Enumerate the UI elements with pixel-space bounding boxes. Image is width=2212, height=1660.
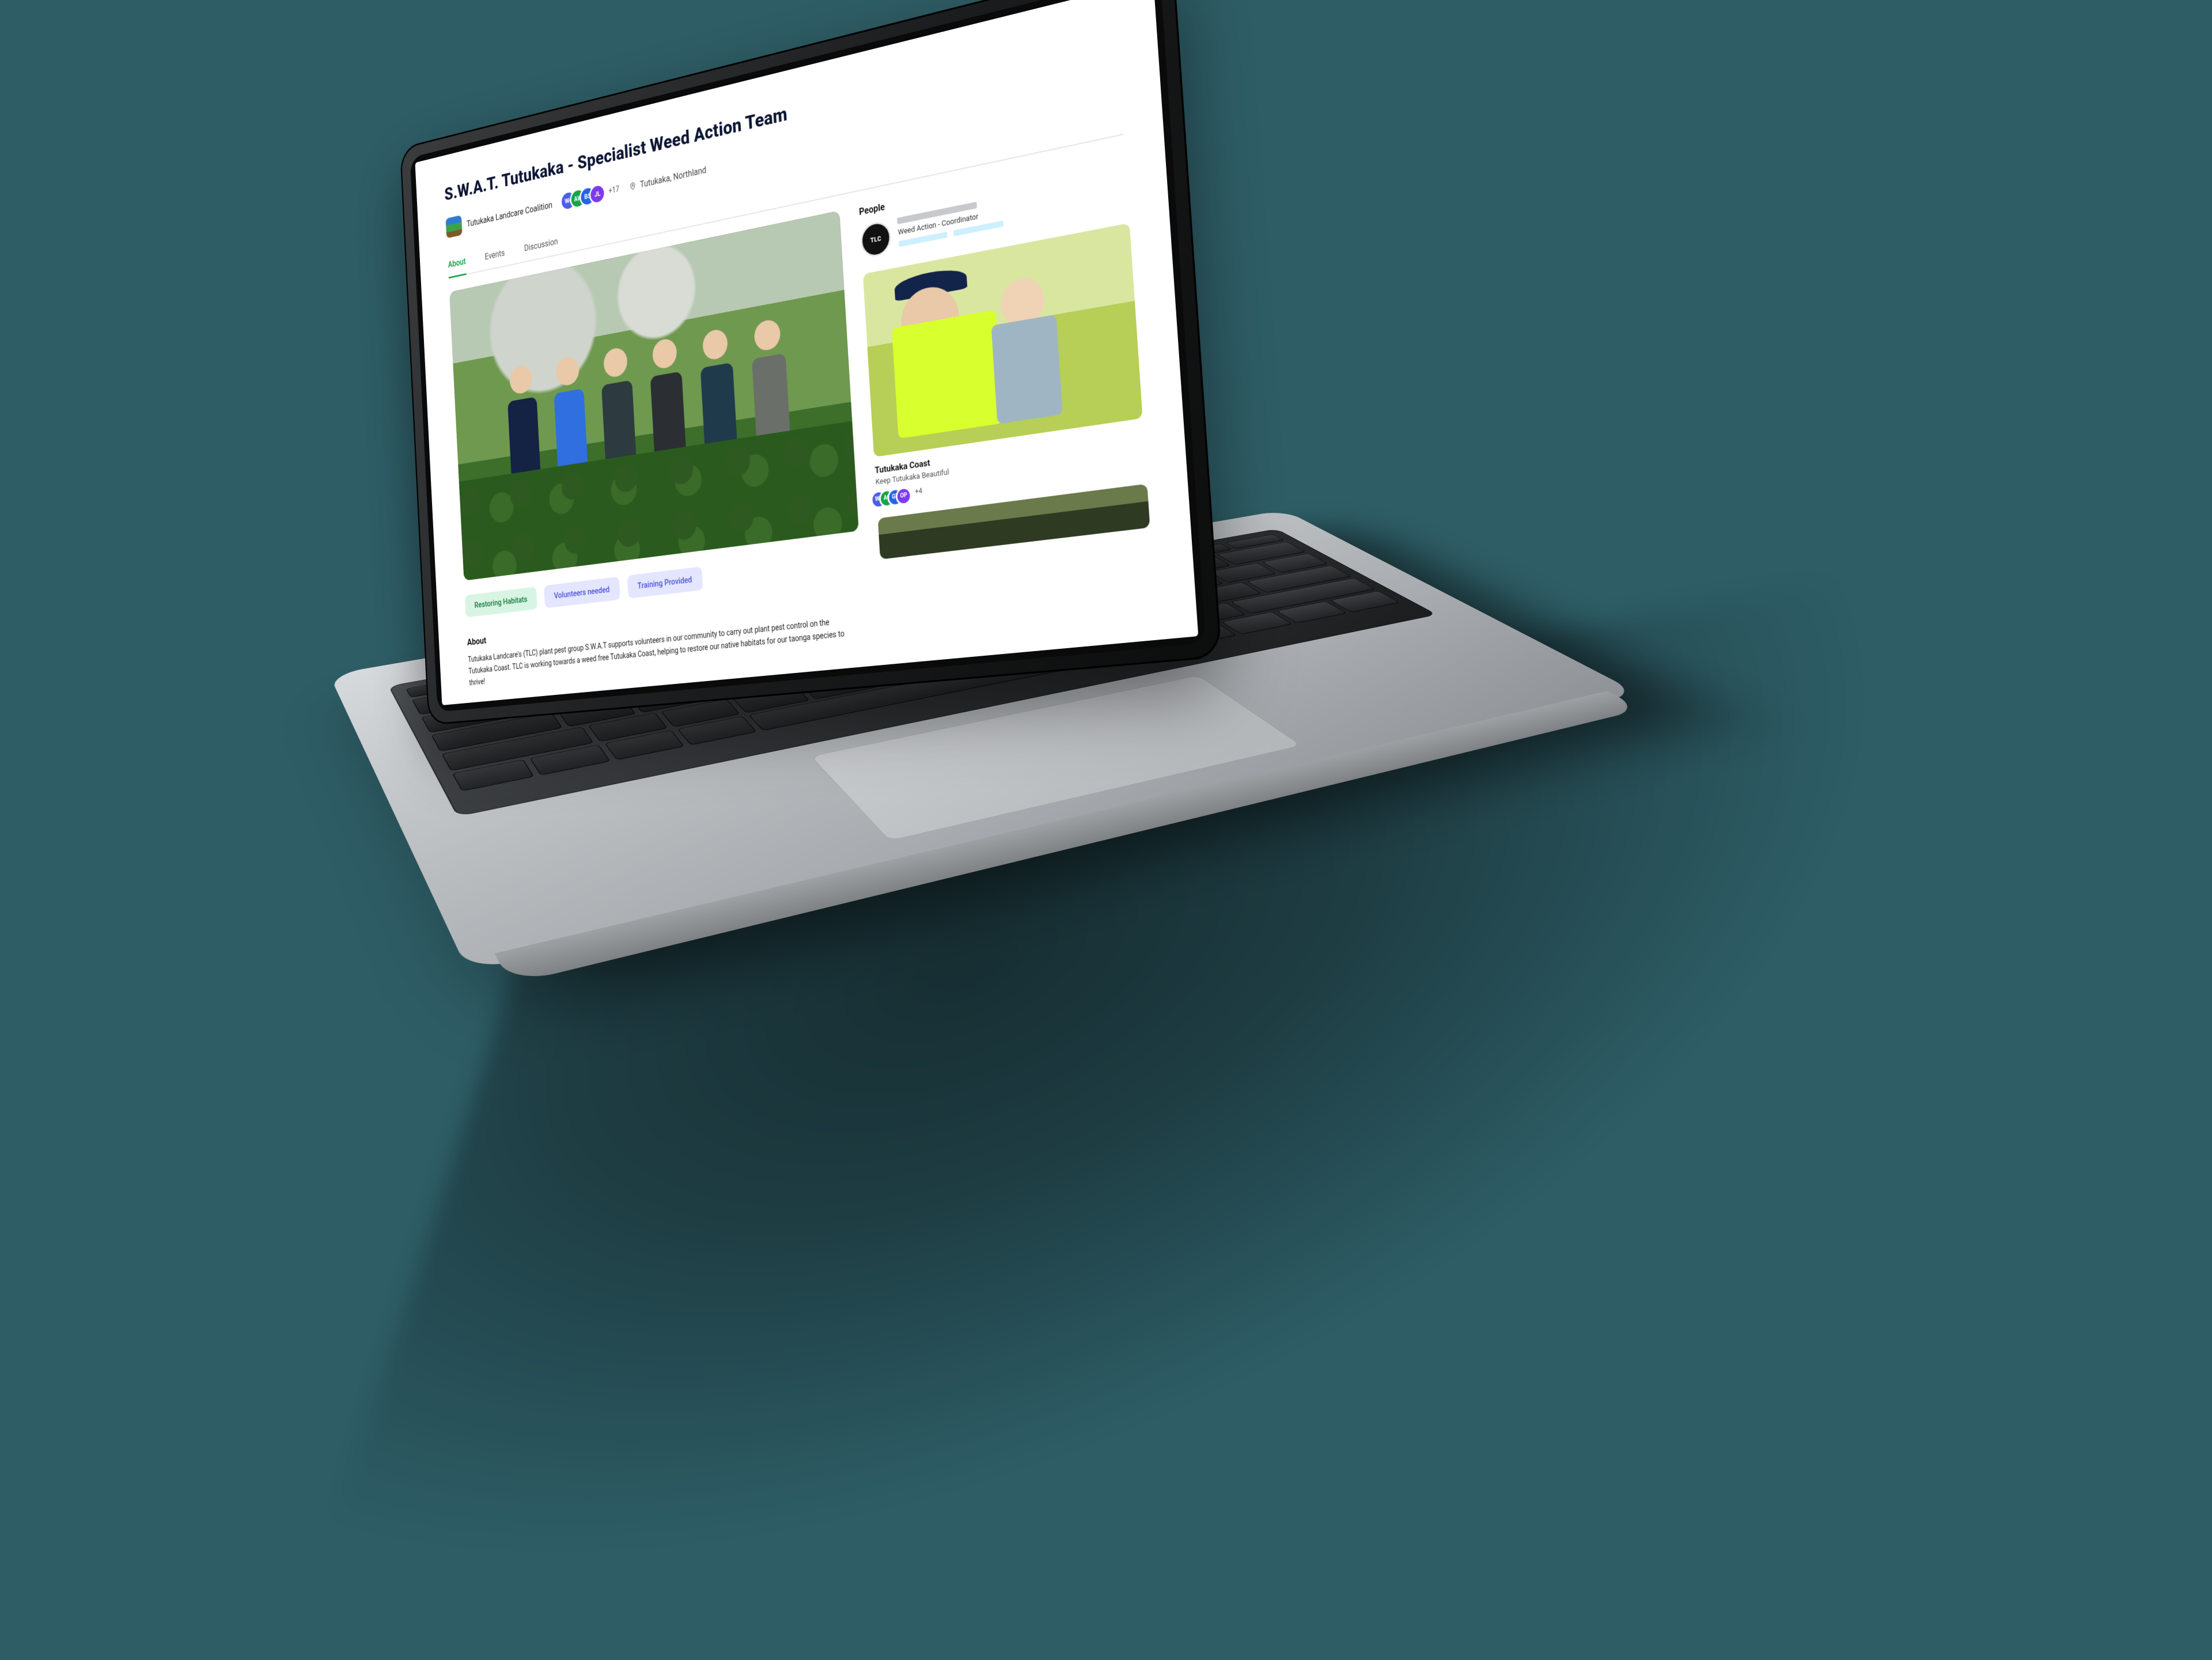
people-heading: People (859, 151, 1126, 217)
organisation-name: Tutukaka Landcare Coalition (467, 199, 552, 229)
hero-image[interactable] (449, 210, 859, 580)
screen-content: S.W.A.T. Tutukaka - Specialist Weed Acti… (415, 0, 1198, 705)
avatar-overflow-count: +4 (915, 486, 923, 501)
map-pin-icon (629, 181, 637, 191)
meta-row: Tutukaka Landcare Coalition We AW BS JL … (446, 64, 1120, 239)
person-name-placeholder (897, 202, 977, 224)
person-links (899, 221, 1004, 247)
related-card-image[interactable] (863, 223, 1143, 457)
person-link-placeholder[interactable] (953, 221, 1003, 236)
tab-events[interactable]: Events (484, 248, 505, 270)
related-card-subtitle: Keep Tutukaka Beautiful (876, 441, 1145, 487)
avatar-overflow-count: +17 (608, 185, 619, 196)
main-column: Restoring Habitats Volunteers needed Tra… (449, 210, 866, 689)
avatar: We (872, 491, 885, 507)
tab-about[interactable]: About (448, 256, 466, 278)
member-avatars[interactable]: We AW BS JL +17 (562, 181, 620, 210)
tag-restoring-habitats[interactable]: Restoring Habitats (465, 587, 537, 617)
tab-discussion[interactable]: Discussion (524, 236, 559, 262)
person-card[interactable]: TLC Weed Action - Coordinator (860, 171, 1128, 259)
location-text: Tutukaka, Northland (640, 164, 707, 190)
sidebar: People TLC Weed Action - Coordinator (859, 151, 1157, 650)
related-card-image-secondary[interactable] (878, 483, 1150, 559)
related-card-title[interactable]: Tutukaka Coast (874, 427, 1144, 476)
person-role: Weed Action - Coordinator (897, 207, 1003, 237)
person-link-placeholder[interactable] (899, 232, 948, 247)
organisation-logo (446, 215, 463, 238)
laptop-screen: S.W.A.T. Tutukaka - Specialist Weed Acti… (415, 0, 1198, 705)
avatar: JL (590, 184, 605, 203)
location-chip[interactable]: Tutukaka, Northland (629, 164, 707, 192)
related-card-avatars[interactable]: We AC GR OP +4 (876, 456, 1146, 507)
tag-training-provided[interactable]: Training Provided (627, 566, 703, 599)
tag-volunteers-needed[interactable]: Volunteers needed (544, 576, 620, 608)
